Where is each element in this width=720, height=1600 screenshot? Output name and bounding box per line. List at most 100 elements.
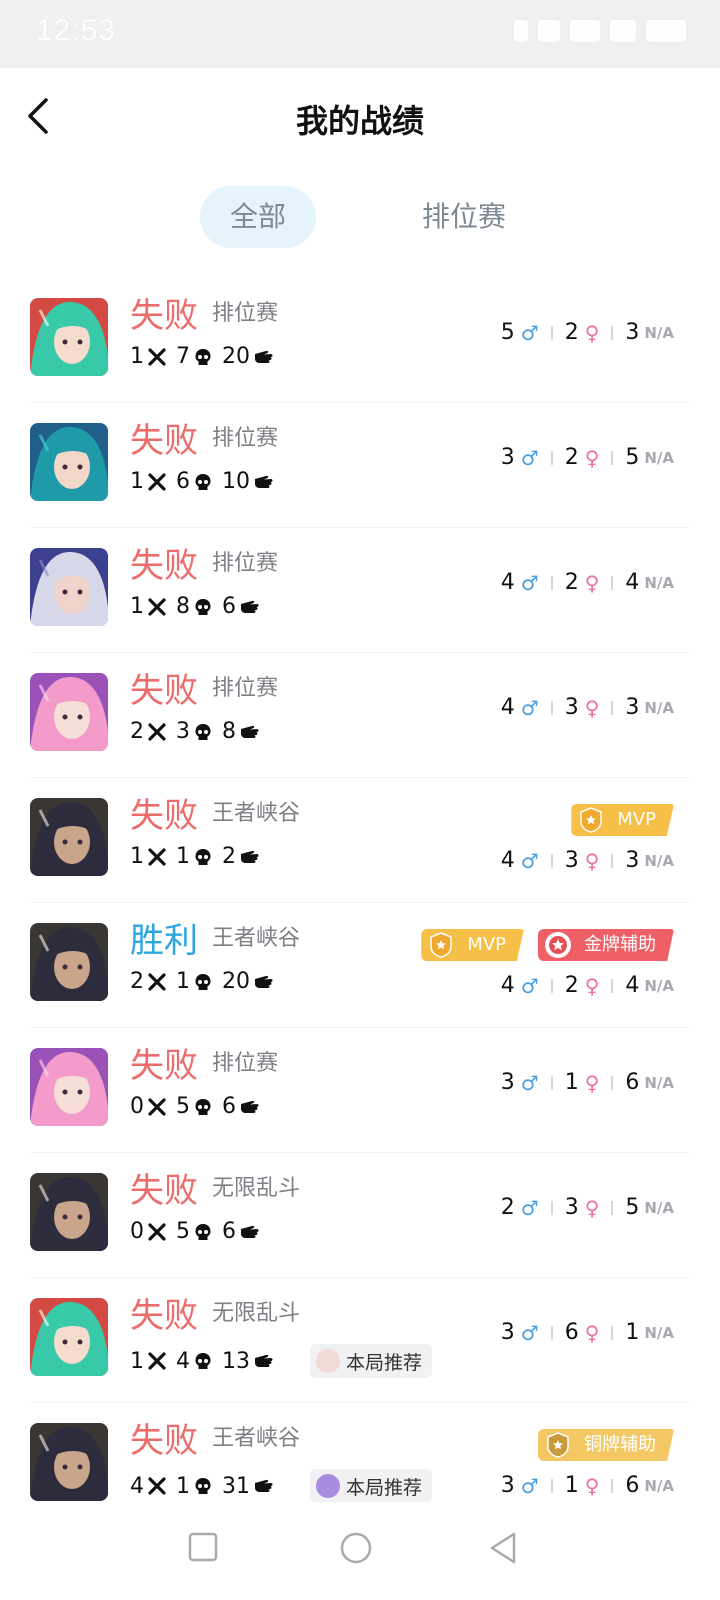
kda-stats: 1 7 20: [130, 344, 284, 369]
death-skull-icon: [194, 1223, 222, 1241]
match-result: 失败: [130, 1421, 198, 1461]
kill-sword-icon: [148, 847, 176, 866]
na-label: N/A: [644, 698, 674, 717]
assists-value: 13: [222, 1348, 250, 1374]
divider: [611, 1478, 614, 1493]
kda-stats: 1 1 2: [130, 844, 270, 869]
kills-value: 1: [130, 1348, 144, 1374]
divider: [550, 1075, 553, 1090]
assist-hand-icon: [240, 848, 270, 866]
page-title: 我的战绩: [295, 102, 424, 140]
deaths-value: 4: [176, 1348, 190, 1374]
match-row[interactable]: 失败 排位赛 1 8 6 4 ♂ 2 ♀ 4 N/A: [30, 528, 690, 653]
match-badges: MVP: [571, 804, 674, 836]
male-count: 4: [500, 973, 515, 998]
bronze-badge: 铜牌辅助: [538, 1429, 674, 1461]
kda-stats: 2 3 8: [130, 719, 270, 744]
female-icon: ♀: [584, 1473, 600, 1498]
divider: [550, 853, 553, 868]
match-result: 失败: [130, 1296, 198, 1336]
recent-apps-button[interactable]: [186, 1530, 222, 1566]
kills-value: 1: [130, 594, 144, 619]
assists-value: 6: [222, 594, 236, 619]
assist-hand-icon: [240, 723, 270, 741]
hero-avatar: [30, 1298, 108, 1376]
male-count: 3: [500, 1320, 515, 1345]
death-skull-icon: [194, 973, 222, 991]
badge-label: 铜牌辅助: [584, 1434, 656, 1455]
na-label: N/A: [644, 1323, 674, 1342]
match-row[interactable]: 失败 王者峡谷 1 1 2 MVP 4 ♂ 3 ♀ 3 N/A: [30, 778, 690, 903]
na-label: N/A: [644, 1476, 674, 1495]
recommend-label: 本局推荐: [346, 1351, 423, 1374]
team-gender-stats: 4 ♂ 3 ♀ 3 N/A: [501, 695, 674, 720]
team-gender-stats: 2 ♂ 3 ♀ 5 N/A: [501, 1195, 674, 1220]
match-row[interactable]: 失败 无限乱斗 1 4 13 本局推荐 3 ♂ 6 ♀ 1 N/A: [30, 1278, 690, 1403]
badge-label: MVP: [467, 934, 506, 955]
female-count: 2: [564, 570, 579, 595]
match-row[interactable]: 失败 无限乱斗 0 5 6 2 ♂ 3 ♀ 5 N/A: [30, 1153, 690, 1278]
match-row[interactable]: 失败 排位赛 0 5 6 3 ♂ 1 ♀ 6 N/A: [30, 1028, 690, 1153]
match-result: 失败: [130, 546, 198, 586]
divider: [611, 575, 614, 590]
recommend-tag[interactable]: 本局推荐: [310, 1469, 433, 1503]
kills-value: 1: [130, 844, 144, 869]
team-gender-stats: 4 ♂ 2 ♀ 4 N/A: [501, 570, 674, 595]
match-mode: 王者峡谷: [212, 801, 301, 826]
gold-badge: 金牌辅助: [538, 929, 674, 961]
divider: [611, 1200, 614, 1215]
match-result: 胜利: [130, 921, 198, 961]
tab-ranked[interactable]: 排位赛: [404, 186, 524, 248]
na-label: N/A: [644, 573, 674, 592]
na-count: 3: [625, 695, 640, 720]
match-list: 失败 排位赛 1 7 20 5 ♂ 2 ♀ 3 N/A 失败 排位赛 1 6 10 3 ♂ 2 ♀ 5 N/A 失败 排位赛 1…: [30, 278, 690, 1528]
tab-all[interactable]: 全部: [200, 186, 316, 248]
back-nav-button[interactable]: [486, 1530, 522, 1566]
hero-avatar: [30, 798, 108, 876]
status-bar: 12:53: [0, 0, 720, 68]
mvp-medal-icon: [577, 806, 605, 834]
triangle-back-icon: [490, 1532, 516, 1564]
team-gender-stats: 4 ♂ 2 ♀ 4 N/A: [501, 973, 674, 998]
kda-stats: 1 6 10: [130, 469, 284, 494]
wifi-icon: [610, 20, 636, 42]
kda-stats: 4 1 31 本局推荐: [130, 1469, 433, 1503]
hero-avatar: [30, 548, 108, 626]
assists-value: 8: [222, 719, 236, 744]
na-label: N/A: [644, 448, 674, 467]
match-row[interactable]: 胜利 王者峡谷 2 1 20 MVP 金牌辅助 4 ♂ 2 ♀ 4 N/A: [30, 903, 690, 1028]
match-row[interactable]: 失败 排位赛 2 3 8 4 ♂ 3 ♀ 3 N/A: [30, 653, 690, 778]
assists-value: 6: [222, 1219, 236, 1244]
deaths-value: 8: [176, 594, 190, 619]
death-skull-icon: [194, 1352, 222, 1370]
match-row[interactable]: 失败 排位赛 1 6 10 3 ♂ 2 ♀ 5 N/A: [30, 403, 690, 528]
hero-avatar: [30, 1423, 108, 1501]
na-count: 5: [625, 1195, 640, 1220]
death-skull-icon: [194, 348, 222, 366]
match-row[interactable]: 失败 排位赛 1 7 20 5 ♂ 2 ♀ 3 N/A: [30, 278, 690, 403]
match-result: 失败: [130, 1046, 198, 1086]
match-result: 失败: [130, 1171, 198, 1211]
divider: [550, 575, 553, 590]
assists-value: 2: [222, 844, 236, 869]
status-time: 12:53: [36, 14, 117, 47]
male-icon: ♂: [520, 570, 539, 595]
kill-sword-icon: [148, 1477, 176, 1495]
death-skull-icon: [194, 598, 222, 616]
kill-sword-icon: [148, 972, 176, 991]
hero-avatar: [30, 1048, 108, 1126]
female-count: 3: [564, 695, 579, 720]
recommend-label: 本局推荐: [346, 1476, 423, 1499]
recommend-tag[interactable]: 本局推荐: [310, 1344, 433, 1378]
home-button[interactable]: [338, 1530, 374, 1566]
divider: [611, 450, 614, 465]
page-header: 我的战绩: [0, 68, 720, 178]
divider: [550, 325, 553, 340]
na-label: N/A: [644, 323, 674, 342]
male-icon: ♂: [520, 1320, 539, 1345]
kills-value: 0: [130, 1094, 144, 1119]
female-count: 3: [564, 848, 579, 873]
female-count: 3: [564, 1195, 579, 1220]
female-icon: ♀: [584, 1195, 600, 1220]
female-icon: ♀: [584, 1070, 600, 1095]
